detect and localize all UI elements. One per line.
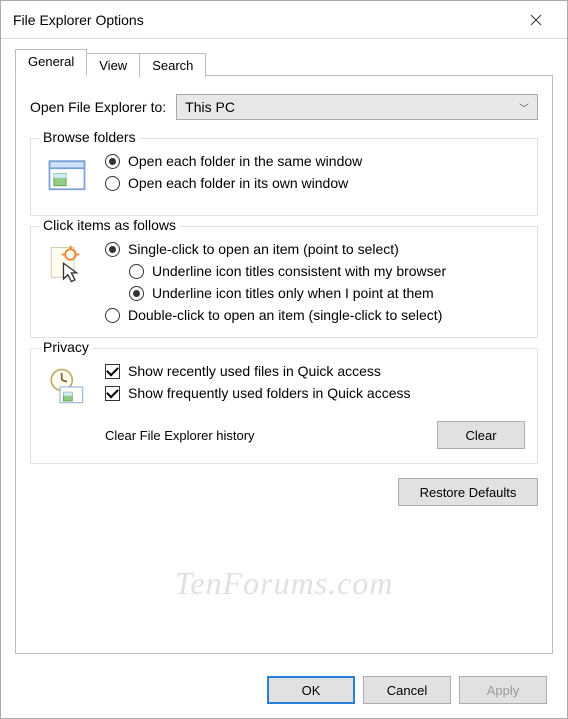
radio-underline-point-label: Underline icon titles only when I point …: [152, 285, 434, 301]
dialog-footer: OK Cancel Apply: [1, 666, 567, 718]
cancel-button[interactable]: Cancel: [363, 676, 451, 704]
clear-button[interactable]: Clear: [437, 421, 525, 449]
check-recent-files-label: Show recently used files in Quick access: [128, 363, 381, 379]
clear-history-label: Clear File Explorer history: [105, 428, 255, 443]
group-browse-folders: Browse folders Open each folde: [30, 138, 538, 216]
folder-window-icon: [43, 153, 91, 201]
ok-button[interactable]: OK: [267, 676, 355, 704]
radio-double-click[interactable]: Double-click to open an item (single-cli…: [105, 307, 525, 323]
open-explorer-row: Open File Explorer to: This PC ﹀: [30, 94, 538, 120]
radio-indicator-icon: [105, 154, 120, 169]
open-explorer-select[interactable]: This PC ﹀: [176, 94, 538, 120]
radio-same-window-label: Open each folder in the same window: [128, 153, 362, 169]
radio-indicator-icon: [129, 264, 144, 279]
group-privacy: Privacy: [30, 348, 538, 464]
radio-indicator-icon: [105, 176, 120, 191]
radio-single-click[interactable]: Single-click to open an item (point to s…: [105, 241, 525, 257]
tab-panel-general: Open File Explorer to: This PC ﹀ Browse …: [15, 75, 553, 654]
apply-button[interactable]: Apply: [459, 676, 547, 704]
check-frequent-folders[interactable]: Show frequently used folders in Quick ac…: [105, 385, 525, 401]
radio-underline-browser[interactable]: Underline icon titles consistent with my…: [129, 263, 525, 279]
radio-own-window[interactable]: Open each folder in its own window: [105, 175, 525, 191]
radio-underline-browser-label: Underline icon titles consistent with my…: [152, 263, 446, 279]
radio-indicator-icon: [129, 286, 144, 301]
radio-single-click-label: Single-click to open an item (point to s…: [128, 241, 399, 257]
chevron-down-icon: ﹀: [519, 100, 529, 115]
content-area: General View Search Open File Explorer t…: [1, 39, 567, 666]
group-click-items: Click items as follows: [30, 226, 538, 338]
privacy-clock-icon: [43, 363, 91, 411]
close-icon: [530, 14, 542, 26]
radio-underline-point[interactable]: Underline icon titles only when I point …: [129, 285, 525, 301]
dialog-window: File Explorer Options General View Searc…: [0, 0, 568, 719]
radio-double-click-label: Double-click to open an item (single-cli…: [128, 307, 442, 323]
titlebar: File Explorer Options: [1, 1, 567, 39]
radio-own-window-label: Open each folder in its own window: [128, 175, 348, 191]
tab-search[interactable]: Search: [139, 53, 206, 77]
close-button[interactable]: [513, 5, 559, 35]
radio-same-window[interactable]: Open each folder in the same window: [105, 153, 525, 169]
window-title: File Explorer Options: [13, 12, 513, 28]
group-click-legend: Click items as follows: [39, 217, 180, 233]
tab-view[interactable]: View: [86, 53, 140, 77]
check-frequent-folders-label: Show frequently used folders in Quick ac…: [128, 385, 410, 401]
check-recent-files[interactable]: Show recently used files in Quick access: [105, 363, 525, 379]
group-privacy-legend: Privacy: [39, 339, 93, 355]
tab-strip: General View Search: [15, 49, 553, 76]
restore-defaults-button[interactable]: Restore Defaults: [398, 478, 538, 506]
open-explorer-label: Open File Explorer to:: [30, 99, 166, 115]
radio-indicator-icon: [105, 242, 120, 257]
tab-general[interactable]: General: [15, 49, 87, 76]
group-browse-legend: Browse folders: [39, 129, 140, 145]
click-cursor-icon: [43, 241, 91, 289]
open-explorer-value: This PC: [185, 99, 235, 115]
radio-indicator-icon: [105, 308, 120, 323]
checkbox-icon: [105, 386, 120, 401]
checkbox-icon: [105, 364, 120, 379]
